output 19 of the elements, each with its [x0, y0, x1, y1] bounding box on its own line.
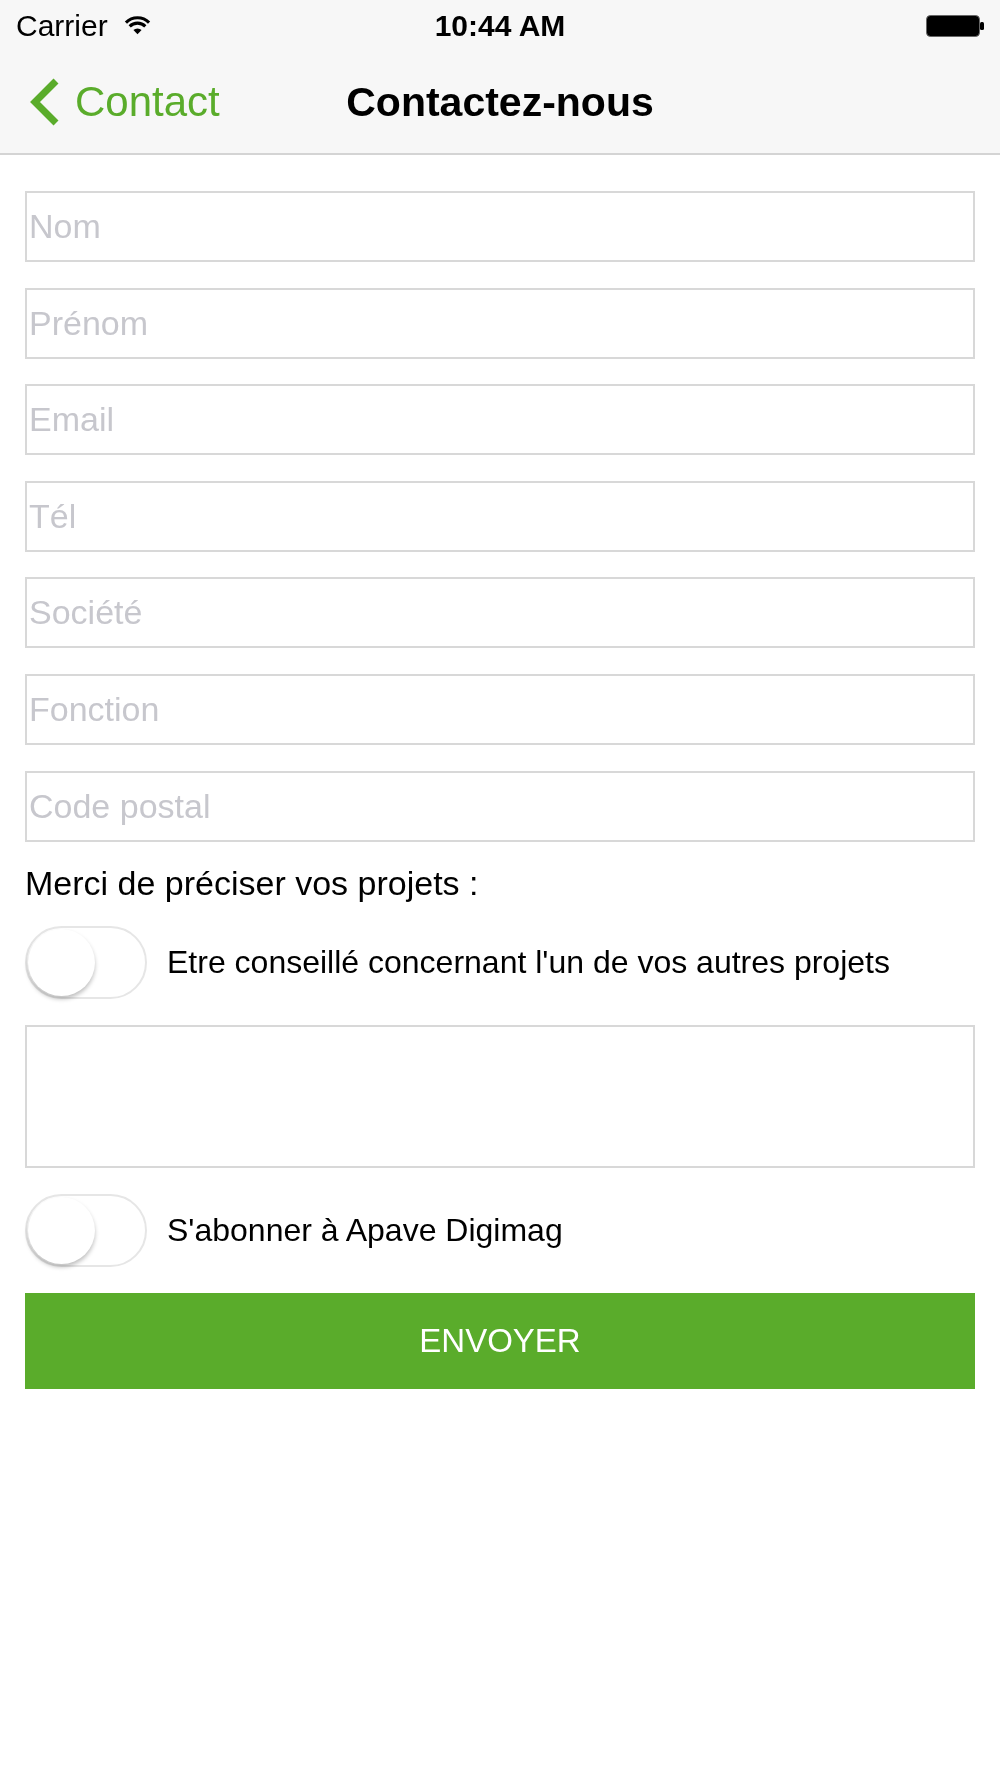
screen-title: Contactez-nous — [346, 78, 654, 126]
input-field[interactable]: Tél — [25, 480, 975, 552]
text-area[interactable] — [25, 1024, 975, 1168]
input-field[interactable]: Société — [25, 577, 975, 649]
input-field[interactable]: Fonction — [25, 673, 975, 745]
input-field[interactable]: Email — [25, 384, 975, 456]
back-button[interactable]: Contact — [29, 77, 220, 127]
status-time: 10:44 AM — [434, 8, 566, 43]
submit-button[interactable]: ENVOYER — [25, 1292, 975, 1389]
wifi-icon — [123, 15, 151, 36]
input-field[interactable]: Prénom — [25, 287, 975, 359]
section-label: Merci de préciser vos projets : — [25, 862, 480, 903]
carrier-label: Carrier — [16, 8, 108, 43]
option-label: S'abonner à Apave Digimag — [167, 1211, 563, 1250]
option-label: Etre conseillé concernant l'un de vos autres projets — [167, 943, 890, 982]
chevron-left-icon — [29, 77, 61, 127]
battery-icon — [926, 14, 984, 37]
input-field[interactable]: Code postal — [25, 770, 975, 842]
input-field[interactable]: Nom — [25, 191, 975, 262]
